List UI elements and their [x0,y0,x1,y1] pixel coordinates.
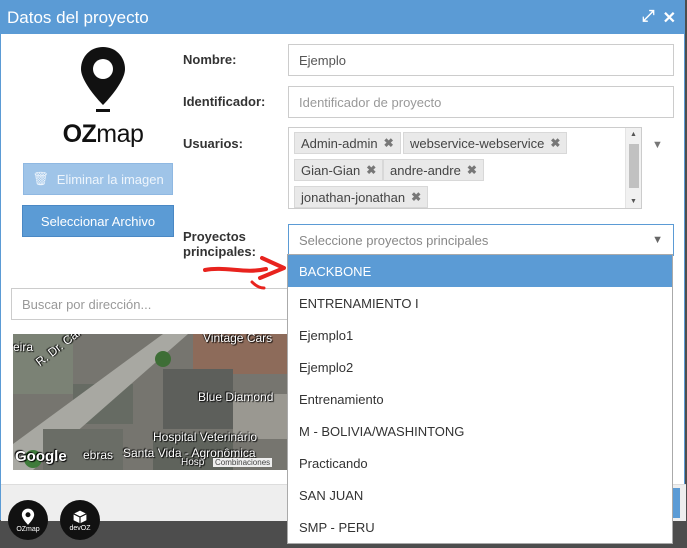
users-label: Usuarios: [183,136,243,151]
address-search-input[interactable]: Buscar por dirección... [11,288,291,320]
dialog-title: Datos del proyecto [7,7,149,27]
dropdown-option[interactable]: SAN JUAN [288,479,672,511]
user-tag: andre-andre ✖ [383,159,484,181]
remove-icon[interactable]: ✖ [467,163,477,177]
remove-icon[interactable]: ✖ [366,163,376,177]
remove-icon[interactable]: ✖ [411,190,421,204]
dropdown-option[interactable]: Ejemplo1 [288,319,672,351]
identifier-input[interactable]: Identificador de proyecto [288,86,674,118]
dropdown-option[interactable]: SMP - PERU [288,511,672,543]
project-logo: OZmap [53,45,153,149]
users-scrollbar[interactable]: ▲ ▼ [625,128,641,208]
devoz-taskbar-icon[interactable]: devOZ [60,500,100,540]
user-tag: webservice-webservice ✖ [403,132,568,154]
dropdown-option[interactable]: Practicando [288,447,672,479]
main-projects-dropdown: BACKBONE ENTRENAMIENTO I Ejemplo1 Ejempl… [287,254,673,544]
dialog-titlebar: Datos del proyecto ⤢ ✕ [1,1,684,34]
red-arrow-annotation [203,256,286,290]
dropdown-option[interactable]: Entrenamiento [288,383,672,415]
dropdown-option[interactable]: ENTRENAMIENTO I [288,287,672,319]
user-tag: Gian-Gian ✖ [294,159,384,181]
expand-icon[interactable]: ⤢ [642,8,655,28]
ozmap-taskbar-icon[interactable]: OZmap [8,500,48,540]
remove-icon[interactable]: ✖ [384,136,394,150]
users-multiselect[interactable]: Admin-admin ✖ webservice-webservice ✖ Gian… [288,127,642,209]
user-tag: jonathan-jonathan ✖ [294,186,429,208]
dropdown-option[interactable]: BACKBONE [288,255,672,287]
dropdown-option[interactable]: Ejemplo2 [288,351,672,383]
remove-icon[interactable]: ✖ [550,136,560,150]
cube-icon [73,510,87,523]
close-icon[interactable]: ✕ [663,8,676,28]
identifier-label: Identificador: [183,94,266,109]
select-file-button[interactable]: Seleccionar Archivo [22,205,174,237]
name-input[interactable]: Ejemplo [288,44,674,76]
dropdown-option[interactable]: M - BOLIVIA/WASHINTONG [288,415,672,447]
chevron-down-icon[interactable]: ▼ [652,139,663,151]
delete-image-button[interactable]: 🗑 Eliminar la imagen [23,163,173,195]
user-tag: Admin-admin ✖ [294,132,401,154]
logo-text: OZmap [62,120,144,148]
map-pin-icon [21,508,35,525]
chevron-down-icon: ▼ [652,234,663,246]
map-pin-icon [81,47,125,112]
main-projects-select[interactable]: Seleccione proyectos principales ▼ [288,224,674,256]
map-view[interactable]: Vintage Cars R. Dr. Carlos Corr Blue Dia… [13,334,289,470]
name-label: Nombre: [183,52,237,67]
footer-button[interactable] [672,488,680,518]
trash-icon: 🗑 [32,171,49,186]
google-logo: Google [15,448,67,465]
